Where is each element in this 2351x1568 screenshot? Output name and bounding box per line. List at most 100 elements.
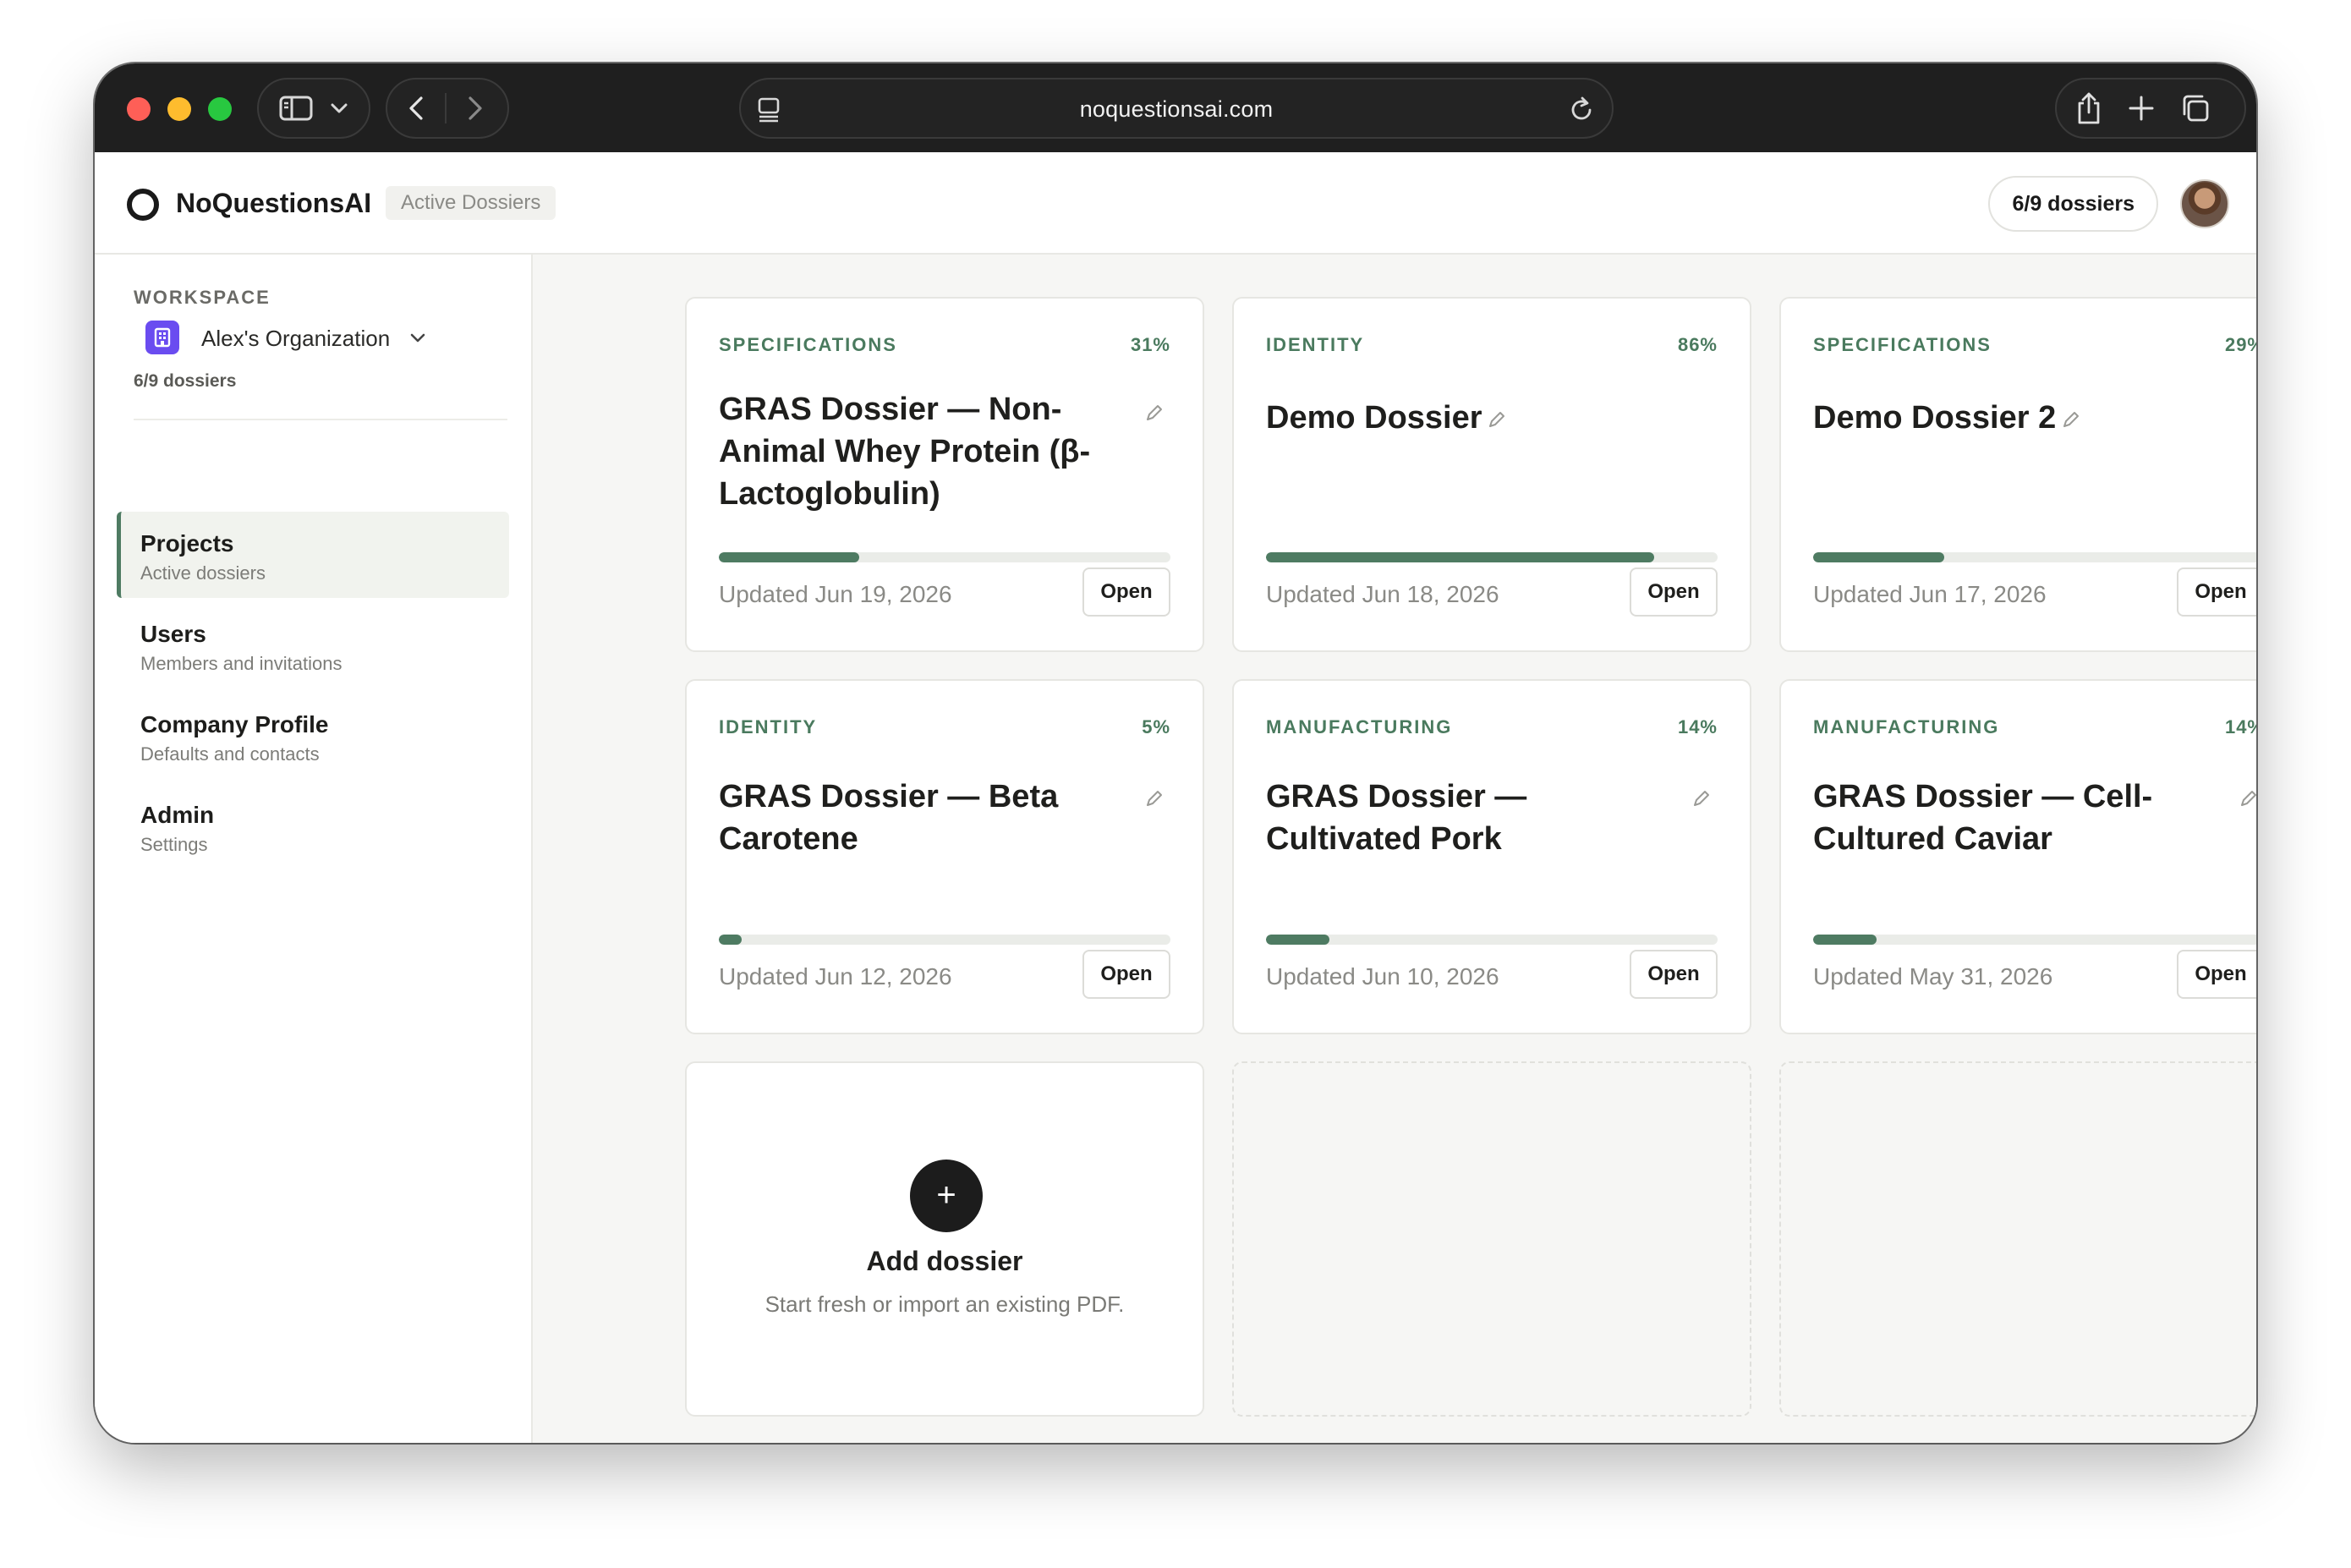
open-button[interactable]: Open — [2177, 950, 2256, 999]
organization-icon — [145, 321, 179, 354]
open-button[interactable]: Open — [1630, 567, 1718, 617]
browser-toolbar: noquestionsai.com — [95, 63, 2256, 152]
edit-pencil-icon[interactable] — [1143, 787, 1165, 809]
reload-icon[interactable] — [1568, 95, 1595, 123]
edit-pencil-icon[interactable] — [1486, 408, 1508, 430]
dossier-title[interactable]: Demo Dossier — [1266, 397, 1482, 439]
updated-date: Updated May 31, 2026 — [1813, 963, 2053, 990]
dossier-percent: 29% — [2224, 334, 2256, 355]
dossier-category: IDENTITY — [1266, 334, 1365, 355]
dossier-title[interactable]: GRAS Dossier — Cell-Cultured Caviar — [1813, 776, 2168, 860]
open-button[interactable]: Open — [2177, 567, 2256, 617]
dossier-title[interactable]: GRAS Dossier — Non-Animal Whey Protein (… — [719, 388, 1116, 515]
logo-icon[interactable] — [127, 189, 159, 221]
sidebar-item-title: Projects — [140, 530, 234, 556]
sidebar-item-subtitle: Active dossiers — [140, 562, 266, 584]
progress-bar — [1813, 552, 2256, 562]
edit-pencil-icon[interactable] — [2060, 408, 2082, 430]
browser-window: noquestionsai.com NoQuestionsAI Active D… — [95, 63, 2256, 1443]
close-window-button[interactable] — [127, 97, 151, 121]
edit-pencil-icon[interactable] — [2238, 787, 2256, 809]
progress-fill — [1813, 552, 1944, 562]
sidebar-toggle-button[interactable] — [257, 78, 370, 139]
nav-divider — [445, 93, 447, 123]
sidebar-item-company-profile[interactable]: Company Profile Defaults and contacts — [117, 693, 509, 779]
sidebar-item-subtitle: Settings — [140, 834, 208, 855]
progress-fill — [1266, 935, 1329, 945]
minimize-window-button[interactable] — [167, 97, 191, 121]
chevron-down-icon[interactable] — [409, 332, 426, 344]
dossier-card[interactable]: MANUFACTURING 14% GRAS Dossier — Cell-Cu… — [1779, 679, 2256, 1034]
dossier-percent: 14% — [2224, 716, 2256, 737]
dossier-card[interactable]: IDENTITY 5% GRAS Dossier — Beta Carotene… — [685, 679, 1204, 1034]
sidebar-item-title: Users — [140, 621, 206, 647]
dossier-category: SPECIFICATIONS — [1813, 334, 1992, 355]
browser-actions — [2055, 78, 2246, 139]
dossier-category: MANUFACTURING — [1266, 716, 1453, 737]
zoom-window-button[interactable] — [208, 97, 232, 121]
share-icon[interactable] — [2075, 91, 2102, 125]
new-tab-icon[interactable] — [2128, 95, 2155, 122]
sidebar-item-subtitle: Defaults and contacts — [140, 743, 320, 765]
progress-fill — [719, 935, 742, 945]
user-avatar[interactable] — [2180, 179, 2229, 228]
back-arrow-icon[interactable] — [408, 96, 425, 121]
dossier-title[interactable]: GRAS Dossier — Cultivated Pork — [1266, 776, 1554, 860]
updated-date: Updated Jun 19, 2026 — [719, 581, 952, 607]
address-bar[interactable]: noquestionsai.com — [739, 78, 1614, 139]
open-button[interactable]: Open — [1630, 950, 1718, 999]
edit-pencil-icon[interactable] — [1143, 402, 1165, 424]
dossier-card[interactable]: SPECIFICATIONS 31% GRAS Dossier — Non-An… — [685, 297, 1204, 652]
sidebar-item-projects[interactable]: Projects Active dossiers — [117, 512, 509, 598]
sidebar-divider — [134, 419, 507, 420]
add-dossier-subtitle: Start fresh or import an existing PDF. — [764, 1291, 1125, 1317]
dossier-quota-badge[interactable]: 6/9 dossiers — [1988, 176, 2158, 232]
updated-date: Updated Jun 17, 2026 — [1813, 581, 2047, 607]
edit-pencil-icon[interactable] — [1691, 787, 1713, 809]
dossier-title[interactable]: GRAS Dossier — Beta Carotene — [719, 776, 1091, 860]
sidebar-item-title: Company Profile — [140, 711, 329, 737]
progress-fill — [1813, 935, 1877, 945]
sidebar: WORKSPACE Alex's Organization 6/9 dossie… — [95, 255, 533, 1443]
forward-arrow-icon[interactable] — [467, 96, 484, 121]
empty-slot — [1232, 1061, 1751, 1417]
dossier-percent: 86% — [1677, 334, 1718, 355]
progress-bar — [719, 552, 1170, 562]
workspace-label: WORKSPACE — [134, 287, 271, 308]
dossier-grid: SPECIFICATIONS 31% GRAS Dossier — Non-An… — [534, 255, 2256, 1443]
dossier-title[interactable]: Demo Dossier 2 — [1813, 397, 2056, 439]
sidebar-item-subtitle: Members and invitations — [140, 653, 343, 674]
sidebar-item-users[interactable]: Users Members and invitations — [117, 602, 509, 688]
brand-name[interactable]: NoQuestionsAI — [176, 188, 371, 219]
dossier-percent: 14% — [1677, 716, 1718, 737]
sidebar-icon — [279, 96, 313, 121]
empty-slot — [1779, 1061, 2256, 1417]
dossier-card[interactable]: IDENTITY 86% Demo Dossier Updated Jun 18… — [1232, 297, 1751, 652]
dossier-percent: 31% — [1130, 334, 1170, 355]
dossier-card[interactable]: MANUFACTURING 14% GRAS Dossier — Cultiva… — [1232, 679, 1751, 1034]
url-text: noquestionsai.com — [1079, 96, 1274, 122]
progress-bar — [1266, 935, 1718, 945]
updated-date: Updated Jun 12, 2026 — [719, 963, 952, 990]
building-icon — [154, 327, 171, 348]
dossier-category: IDENTITY — [719, 716, 818, 737]
add-dossier-title: Add dossier — [866, 1246, 1023, 1276]
dossier-category: SPECIFICATIONS — [719, 334, 897, 355]
progress-bar — [1813, 935, 2256, 945]
open-button[interactable]: Open — [1082, 950, 1170, 999]
chevron-down-icon[interactable] — [330, 102, 348, 114]
dossier-card[interactable]: SPECIFICATIONS 29% Demo Dossier 2 Update… — [1779, 297, 2256, 652]
updated-date: Updated Jun 18, 2026 — [1266, 581, 1499, 607]
sidebar-item-title: Admin — [140, 802, 215, 828]
sidebar-item-admin[interactable]: Admin Settings — [117, 783, 509, 869]
tab-overview-icon[interactable] — [2180, 93, 2211, 123]
dossier-category: MANUFACTURING — [1813, 716, 2000, 737]
add-dossier-card[interactable]: + Add dossier Start fresh or import an e… — [685, 1061, 1204, 1417]
progress-fill — [719, 552, 859, 562]
organization-switcher[interactable]: Alex's Organization — [201, 326, 390, 352]
app-header: NoQuestionsAI Active Dossiers 6/9 dossie… — [95, 152, 2256, 255]
open-button[interactable]: Open — [1082, 567, 1170, 617]
organization-dossier-count: 6/9 dossiers — [134, 371, 237, 391]
plus-icon[interactable]: + — [910, 1160, 983, 1232]
progress-bar — [719, 935, 1170, 945]
